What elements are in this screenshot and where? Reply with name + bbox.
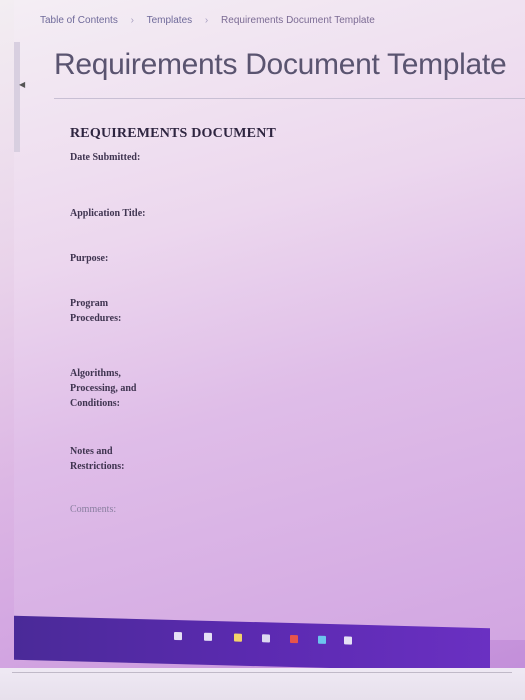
store-icon[interactable] [262,634,270,643]
left-panel-edge [14,42,20,152]
chevron-right-icon: › [204,15,209,26]
field-purpose: Purpose: [70,253,109,264]
title-divider [54,98,525,99]
task-view-icon[interactable] [204,632,212,641]
requirements-document: REQUIREMENTS DOCUMENT Date Submitted: Ap… [70,126,510,515]
settings-icon[interactable] [344,636,352,645]
field-date-submitted: Date Submitted: [70,152,141,163]
field-application-title: Application Title: [70,208,146,219]
chrome-icon[interactable] [290,634,298,644]
field-notes-restrictions: Notes and Restrictions: [70,446,125,472]
document-heading: REQUIREMENTS DOCUMENT [70,126,277,141]
collapse-arrow-icon[interactable]: ◀ [19,80,25,89]
breadcrumb-current-page: Requirements Document Template [221,15,375,26]
chevron-right-icon: › [130,15,134,26]
edge-icon[interactable] [318,635,326,644]
search-icon[interactable] [174,631,182,641]
page-title: Requirements Document Template [54,48,507,81]
file-explorer-icon[interactable] [234,633,242,642]
breadcrumb: Table of Contents › Templates › Requirem… [40,15,375,26]
field-comments: Comments: [70,504,117,515]
field-algorithms-processing-conditions: Algorithms, Processing, and Conditions: [70,368,137,409]
desk-edge [12,672,512,673]
breadcrumb-templates[interactable]: Templates [147,15,193,26]
field-program-procedures: Program Procedures: [70,298,122,324]
breadcrumb-table-of-contents[interactable]: Table of Contents [40,15,118,26]
document-page: ◀ Table of Contents › Templates › Requir… [14,0,525,640]
